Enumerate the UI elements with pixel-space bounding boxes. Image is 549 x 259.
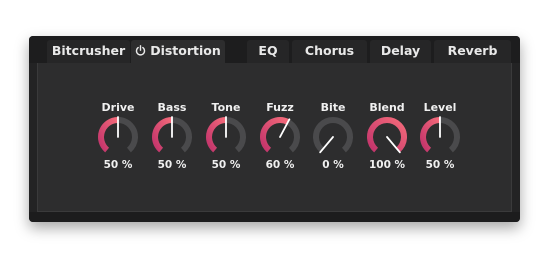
knob-value: 50 %	[211, 159, 241, 171]
knob-value: 50 %	[157, 159, 187, 171]
knob-label: Level	[423, 101, 457, 114]
knob-label: Bass	[157, 101, 187, 114]
knob-value: 100 %	[368, 159, 406, 171]
knob-value: 50 %	[103, 159, 133, 171]
knob-value-arc	[98, 117, 119, 153]
knob-label: Fuzz	[266, 101, 294, 114]
knob-value: 50 %	[425, 159, 455, 171]
knob-dial[interactable]	[312, 116, 354, 158]
knob-label: Tone	[211, 101, 241, 114]
knob-pointer	[319, 136, 334, 154]
knob-dial[interactable]	[151, 116, 193, 158]
tab-delay[interactable]: Delay	[370, 40, 431, 63]
knob-dial[interactable]	[419, 116, 461, 158]
window-bottom-edge	[29, 212, 520, 222]
knob-dial[interactable]	[259, 116, 301, 158]
knob-blend[interactable]: Blend 100 %	[359, 100, 415, 172]
knob-value-arc	[206, 117, 227, 153]
knob-label: Drive	[101, 101, 135, 114]
tab-bitcrusher[interactable]: Bitcrusher	[47, 40, 130, 63]
knob-bass[interactable]: Bass 50 %	[144, 100, 200, 172]
tab-label: Chorus	[304, 43, 355, 58]
tab-label: EQ	[258, 43, 278, 58]
knob-value-arc	[260, 117, 290, 153]
distortion-plugin-window: Bitcrusher Distortion EQ Chorus Delay Re…	[29, 36, 520, 222]
knob-dial[interactable]	[97, 116, 139, 158]
tab-reverb[interactable]: Reverb	[434, 40, 511, 63]
knob-pointer	[386, 136, 401, 154]
knob-value: 0 %	[322, 159, 344, 171]
tab-eq[interactable]: EQ	[247, 40, 289, 63]
knob-dial[interactable]	[205, 116, 247, 158]
tab-label: Bitcrusher	[51, 43, 126, 58]
knob-drive[interactable]: Drive 50 %	[90, 100, 146, 172]
knob-value-arc	[420, 117, 441, 153]
knob-level[interactable]: Level 50 %	[412, 100, 468, 172]
knob-label: Bite	[320, 101, 346, 114]
knob-value: 60 %	[265, 159, 295, 171]
tab-label: Reverb	[447, 43, 498, 58]
knob-value-arc	[367, 117, 407, 153]
tab-label: Distortion	[150, 43, 221, 58]
knob-bite[interactable]: Bite 0 %	[305, 100, 361, 172]
power-icon[interactable]	[135, 41, 146, 63]
knob-dial[interactable]	[366, 116, 408, 158]
tab-label: Delay	[380, 43, 421, 58]
tab-chorus[interactable]: Chorus	[292, 40, 367, 63]
knob-fuzz[interactable]: Fuzz 60 %	[252, 100, 308, 172]
knob-value-arc	[152, 117, 173, 153]
knob-tone[interactable]: Tone 50 %	[198, 100, 254, 172]
knob-label: Blend	[369, 101, 405, 114]
knob-track	[313, 117, 353, 153]
effect-tab-bar: Bitcrusher Distortion EQ Chorus Delay Re…	[29, 36, 520, 66]
